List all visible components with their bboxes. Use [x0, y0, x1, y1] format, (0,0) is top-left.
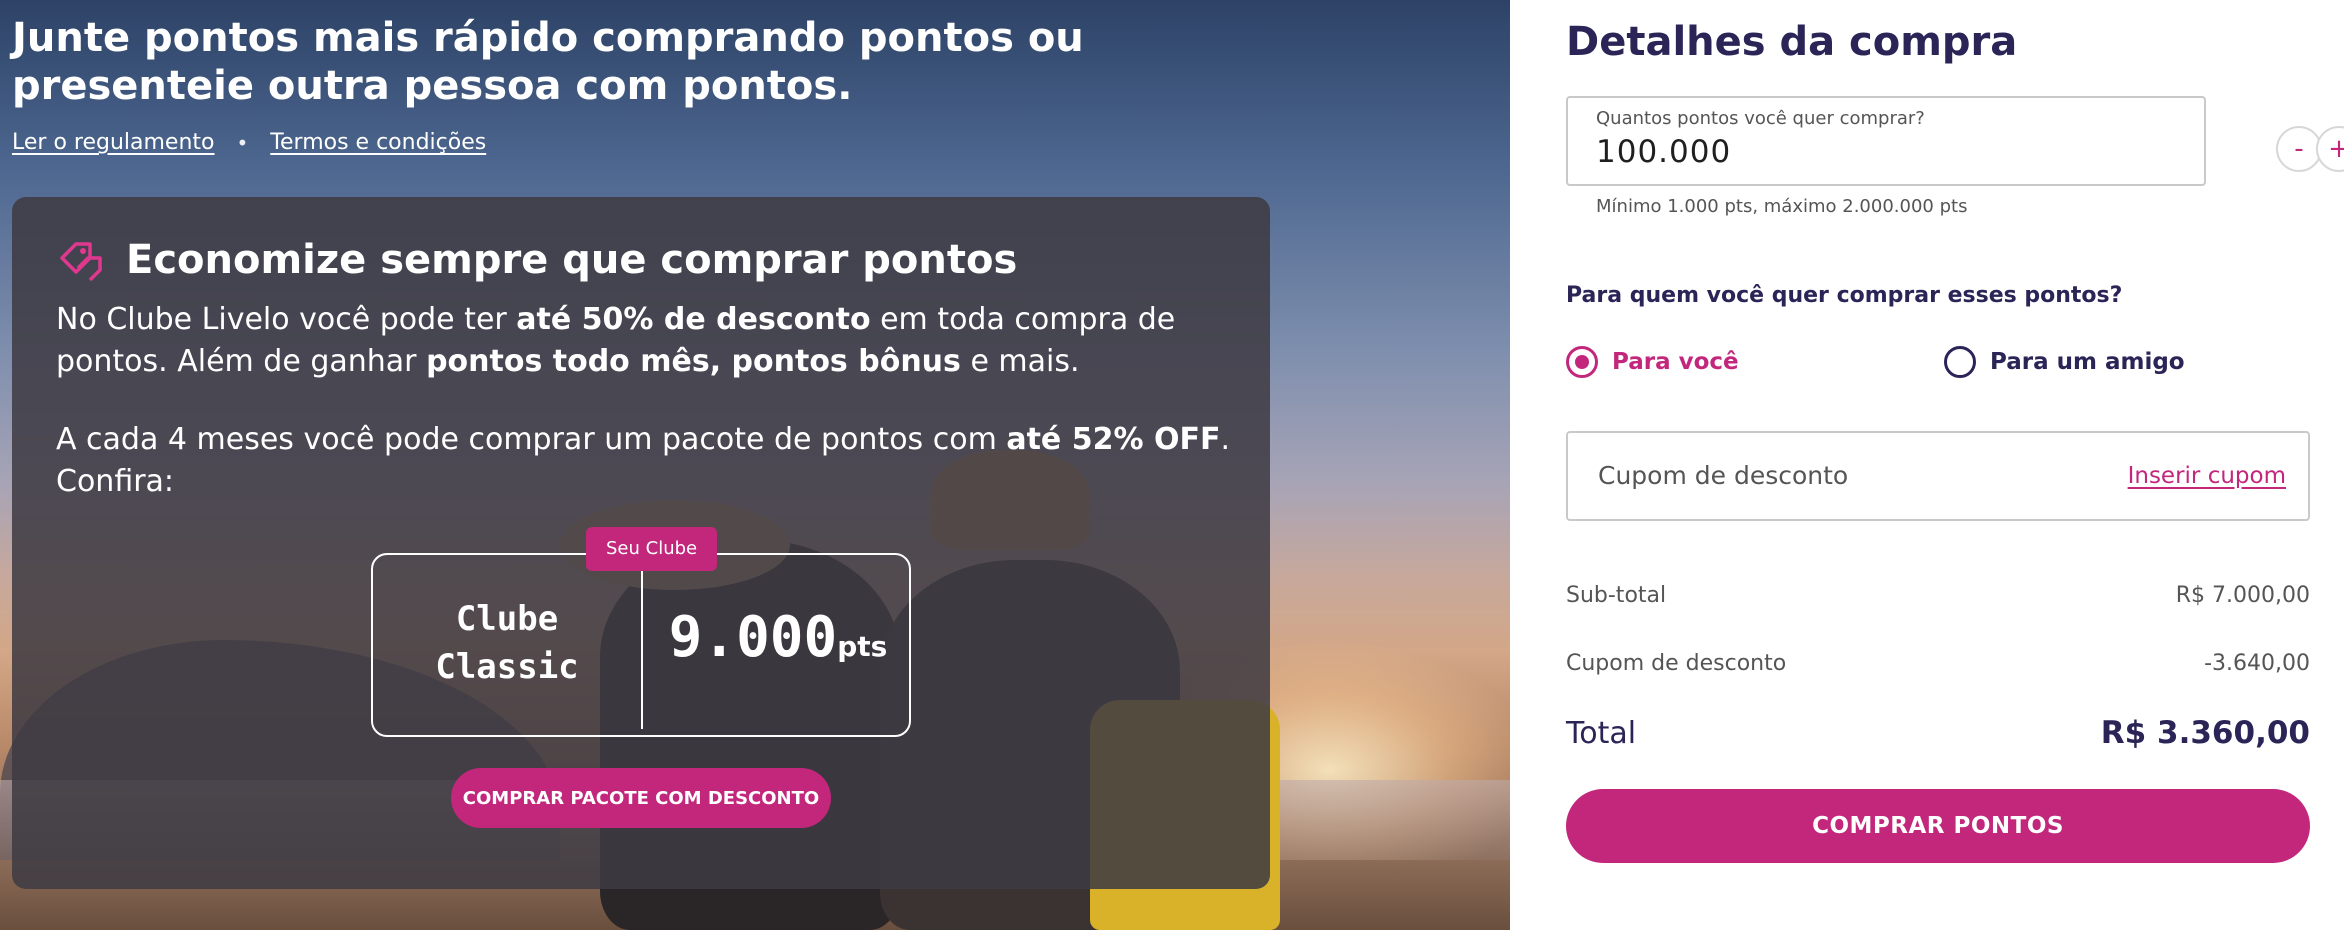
tag-icon — [60, 242, 102, 282]
subtotal-row: Sub-total R$ 7.000,00 — [1566, 583, 2310, 608]
club-badge: Seu Clube — [586, 527, 718, 571]
total-value: R$ 3.360,00 — [2100, 715, 2310, 751]
club-name-line1: Clube — [455, 599, 559, 639]
promo-bold-benefits: pontos todo mês, pontos bônus — [426, 344, 961, 379]
discount-row: Cupom de desconto -3.640,00 — [1566, 651, 2310, 676]
radio-for-you[interactable]: Para você — [1566, 346, 1739, 378]
rules-link[interactable]: Ler o regulamento — [12, 130, 215, 155]
radio-for-friend-circle[interactable] — [1944, 346, 1976, 378]
offer-bold-off: até 52% OFF — [1006, 422, 1221, 457]
hero-title: Junte pontos mais rápido comprando ponto… — [12, 15, 1084, 109]
promo-text-3: e mais. — [960, 344, 1080, 379]
subtotal-label: Sub-total — [1566, 583, 1667, 608]
promo-heading: Economize sempre que comprar pontos — [126, 237, 1018, 283]
buy-points-button[interactable]: COMPRAR PONTOS — [1566, 789, 2310, 863]
radio-for-friend-label[interactable]: Para um amigo — [1990, 349, 2185, 375]
promo-offer-text: A cada 4 meses você pode comprar um paco… — [56, 419, 1236, 503]
promo-description: No Clube Livelo você pode ter até 50% de… — [56, 299, 1236, 383]
radio-for-you-label[interactable]: Para você — [1612, 349, 1739, 375]
insert-coupon-link[interactable]: Inserir cupom — [2128, 463, 2286, 489]
coupon-placeholder[interactable]: Cupom de desconto — [1598, 461, 1848, 490]
points-quantity-help: Mínimo 1.000 pts, máximo 2.000.000 pts — [1596, 196, 1968, 217]
buy-discount-package-button[interactable]: COMPRAR PACOTE COM DESCONTO — [451, 768, 831, 828]
hero-banner: Junte pontos mais rápido comprando ponto… — [0, 0, 1510, 930]
points-quantity-value[interactable]: 100.000 — [1596, 134, 1731, 170]
club-name-line2: Classic — [435, 647, 579, 687]
subtotal-value: R$ 7.000,00 — [2175, 583, 2310, 608]
radio-for-friend[interactable]: Para um amigo — [1944, 346, 2185, 378]
club-points-value: 9.000 — [668, 605, 838, 670]
discount-value: -3.640,00 — [2204, 651, 2310, 676]
promo-header: Economize sempre que comprar pontos — [56, 235, 1017, 285]
points-quantity-label: Quantos pontos você quer comprar? — [1596, 108, 1925, 129]
coupon-field[interactable]: Cupom de desconto Inserir cupom — [1566, 431, 2310, 521]
increase-points-button[interactable]: + — [2316, 126, 2344, 172]
points-quantity-field[interactable]: Quantos pontos você quer comprar? 100.00… — [1566, 96, 2206, 186]
promo-bold-discount: até 50% de desconto — [516, 302, 871, 337]
recipient-question: Para quem você quer comprar esses pontos… — [1566, 283, 2123, 308]
panel-title: Detalhes da compra — [1566, 19, 2018, 65]
hero-links: Ler o regulamento • Termos e condições — [12, 130, 486, 155]
total-label: Total — [1566, 715, 1637, 751]
total-row: Total R$ 3.360,00 — [1566, 715, 2310, 751]
discount-label: Cupom de desconto — [1566, 651, 1787, 676]
offer-text-1: A cada 4 meses você pode comprar um paco… — [56, 422, 1007, 457]
radio-for-you-circle[interactable] — [1566, 346, 1598, 378]
terms-link[interactable]: Termos e condições — [270, 130, 486, 155]
promo-text-1: No Clube Livelo você pode ter — [56, 302, 517, 337]
links-separator: • — [236, 130, 249, 155]
club-name: Clube Classic — [373, 595, 641, 691]
promo-card: Economize sempre que comprar pontos No C… — [12, 197, 1270, 889]
club-points-unit: pts — [837, 630, 888, 663]
purchase-details-panel: Detalhes da compra Quantos pontos você q… — [1510, 0, 2344, 930]
club-points: 9.000pts — [643, 605, 913, 670]
club-package-card: Clube Classic 9.000pts — [371, 553, 911, 737]
